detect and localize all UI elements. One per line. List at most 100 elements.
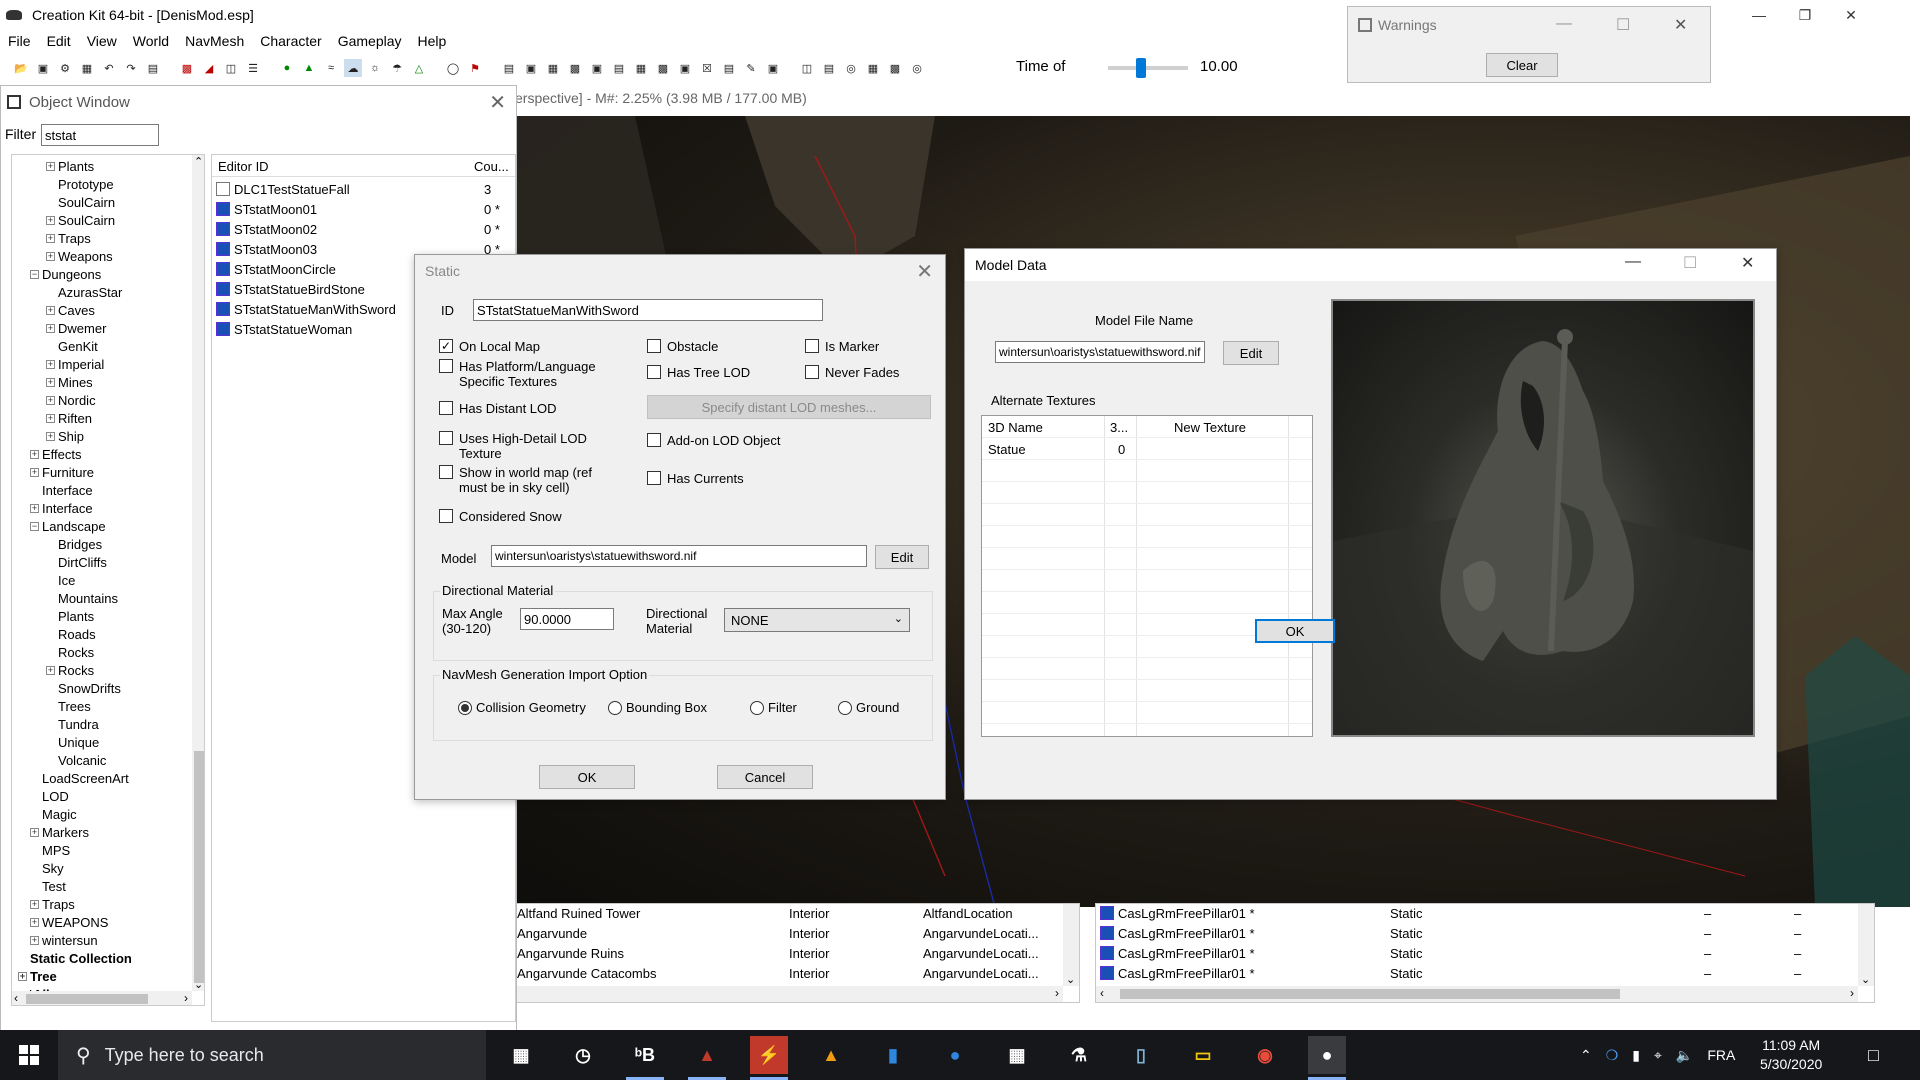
paint-icon[interactable]: ▣ xyxy=(764,59,782,77)
column-count[interactable]: Cou... xyxy=(474,159,509,174)
expand-icon[interactable]: + xyxy=(18,971,27,981)
game-app-icon[interactable]: ▲ xyxy=(688,1036,726,1080)
tree-item[interactable]: + Weapons xyxy=(46,247,113,265)
collapse-icon[interactable]: − xyxy=(30,521,39,531)
tree-item[interactable]: Volcanic xyxy=(46,751,106,769)
save-icon[interactable]: ▣ xyxy=(34,59,52,77)
table-row[interactable]: CasLgRmFreePillar01 * Static – – xyxy=(1096,924,1856,944)
water-toggle-icon[interactable]: ▦ xyxy=(864,59,882,77)
on-local-map-checkbox[interactable]: On Local Map xyxy=(439,339,540,354)
collision-icon[interactable]: ◫ xyxy=(798,59,816,77)
tree-item[interactable]: + Rocks xyxy=(46,661,94,679)
expand-icon[interactable]: + xyxy=(30,449,39,459)
menu-gameplay[interactable]: Gameplay xyxy=(330,33,410,49)
collapse-icon[interactable]: − xyxy=(30,269,39,279)
tree-item[interactable]: + Furniture xyxy=(30,463,94,481)
tree-item[interactable]: SnowDrifts xyxy=(46,679,121,697)
ok-button[interactable]: OK xyxy=(539,765,635,789)
tree-item[interactable]: − Landscape xyxy=(30,517,106,535)
snap-icon[interactable]: ▤ xyxy=(144,59,162,77)
chevron-up-icon[interactable]: ⌃ xyxy=(1580,1047,1592,1064)
redo-icon[interactable]: ↷ xyxy=(122,59,140,77)
expand-icon[interactable]: + xyxy=(30,827,39,837)
expand-icon[interactable]: + xyxy=(30,503,39,513)
expand-icon[interactable]: + xyxy=(46,305,55,315)
expand-icon[interactable]: + xyxy=(46,251,55,261)
expand-icon[interactable]: + xyxy=(46,395,55,405)
tree-vscroll[interactable]: ⌃ ⌄ xyxy=(192,155,204,991)
landscape-icon[interactable]: ▲ xyxy=(300,59,318,77)
vscroll-thumb[interactable] xyxy=(194,751,204,983)
clock[interactable]: 11:09 AM 5/30/2020 xyxy=(1760,1036,1822,1074)
list-item[interactable]: STstatMoon01 0 * xyxy=(212,199,515,219)
cancel-button[interactable]: Cancel xyxy=(717,765,813,789)
menu-character[interactable]: Character xyxy=(252,33,329,49)
table-row[interactable]: CasLgRmFreePillar01 * Static – – xyxy=(1096,904,1856,924)
creation-kit-icon[interactable]: ● xyxy=(1308,1036,1346,1080)
tree-item[interactable]: + Interface xyxy=(30,499,93,517)
close-icon[interactable]: ✕ xyxy=(1828,0,1874,30)
batch-icon-10[interactable]: ☒ xyxy=(698,59,716,77)
tree-item[interactable]: Interface xyxy=(30,481,93,499)
tree-item[interactable]: Trees xyxy=(46,697,91,715)
column-editor-id[interactable]: Editor ID xyxy=(218,159,269,174)
expand-icon[interactable]: + xyxy=(46,377,55,387)
sky-icon[interactable]: ☁ xyxy=(344,59,362,77)
task-view-icon[interactable]: ▦ xyxy=(502,1036,540,1074)
table-row[interactable]: Angarvunde Catacombs Interior Angarvunde… xyxy=(515,964,1079,984)
lod-icon[interactable]: ▩ xyxy=(886,59,904,77)
close-icon[interactable]: ✕ xyxy=(1741,253,1754,273)
expand-icon[interactable]: + xyxy=(46,359,55,369)
batch-icon-7[interactable]: ▦ xyxy=(632,59,650,77)
scroll-left-icon[interactable]: ‹ xyxy=(14,991,18,1005)
table-row[interactable]: Angarvunde Interior AngarvundeLocati... xyxy=(515,924,1079,944)
undo-icon[interactable]: ↶ xyxy=(100,59,118,77)
time-slider-thumb[interactable] xyxy=(1136,58,1146,78)
expand-icon[interactable]: + xyxy=(46,413,55,423)
batch-icon-11[interactable]: ▤ xyxy=(720,59,738,77)
tree-item[interactable]: GenKit xyxy=(46,337,98,355)
has-currents-checkbox[interactable]: Has Currents xyxy=(647,471,744,486)
character-app-icon[interactable]: ⚗ xyxy=(1060,1036,1098,1074)
tree-item[interactable]: + Traps xyxy=(30,895,75,913)
tree-item[interactable]: + Traps xyxy=(46,229,91,247)
menu-view[interactable]: View xyxy=(79,33,125,49)
tree-item[interactable]: Tundra xyxy=(46,715,99,733)
expand-icon[interactable]: + xyxy=(30,935,39,945)
chrome-icon[interactable]: ◉ xyxy=(1246,1036,1284,1074)
expand-icon[interactable]: + xyxy=(30,899,39,909)
tree-item[interactable]: Unique xyxy=(46,733,99,751)
close-icon[interactable]: ✕ xyxy=(916,259,933,284)
tree-item[interactable]: LoadScreenArt xyxy=(30,769,129,787)
sky-toggle-icon[interactable]: ☂ xyxy=(388,59,406,77)
scroll-down-icon[interactable]: ⌄ xyxy=(194,978,203,991)
tree-item[interactable]: + Ship xyxy=(46,427,84,445)
clear-button[interactable]: Clear xyxy=(1486,53,1558,77)
model-preview[interactable] xyxy=(1331,299,1755,737)
document-app-icon[interactable]: ▮ xyxy=(874,1036,912,1074)
language-indicator[interactable]: FRA xyxy=(1707,1047,1735,1063)
occlusion-icon[interactable]: ◎ xyxy=(842,59,860,77)
batch-icon-5[interactable]: ▣ xyxy=(588,59,606,77)
expand-icon[interactable]: + xyxy=(46,665,55,675)
tree-item[interactable]: Mountains xyxy=(46,589,118,607)
tree-item[interactable]: + Mines xyxy=(46,373,93,391)
scroll-down-icon[interactable]: ⌄ xyxy=(1861,973,1870,986)
table-row[interactable]: CasLgRmFreePillar01 * Static – – xyxy=(1096,944,1856,964)
has-tree-lod-checkbox[interactable]: Has Tree LOD xyxy=(647,365,750,380)
model-file-edit-button[interactable]: Edit xyxy=(1223,341,1279,365)
model-field[interactable] xyxy=(491,545,867,567)
batch-icon-4[interactable]: ▩ xyxy=(566,59,584,77)
cell-list-hscroll[interactable]: › xyxy=(515,986,1063,1002)
alarm-clock-icon[interactable]: ◷ xyxy=(564,1036,602,1074)
table-row[interactable]: Angarvunde Ruins Interior AngarvundeLoca… xyxy=(515,944,1079,964)
battery-icon[interactable]: ▮ xyxy=(1632,1047,1640,1064)
flash-app-icon[interactable]: ⚡ xyxy=(750,1036,788,1080)
terrain-icon[interactable]: △ xyxy=(410,59,428,77)
tree-item[interactable]: DirtCliffs xyxy=(46,553,107,571)
tree-item[interactable]: Static Collection xyxy=(18,949,132,967)
model-file-name-field[interactable] xyxy=(995,341,1205,363)
list-item[interactable]: DLC1TestStatueFall 3 xyxy=(212,179,515,199)
tree-item[interactable]: LOD xyxy=(30,787,69,805)
considered-snow-checkbox[interactable]: Considered Snow xyxy=(439,509,562,524)
